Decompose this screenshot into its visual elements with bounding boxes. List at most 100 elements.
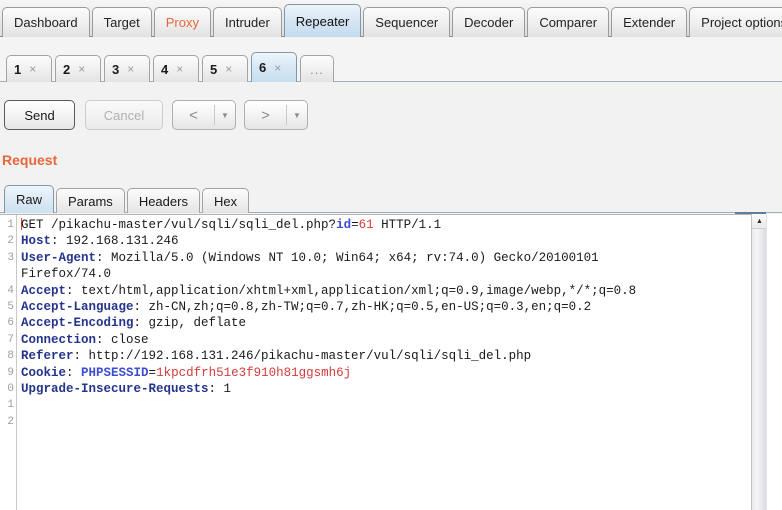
repeater-tab-overflow[interactable]: ... [300, 55, 334, 82]
request-editor[interactable]: 1 2 3 4 5 6 7 8 9 0 1 2 GET /pikachu-master/vul/sql… [0, 214, 766, 510]
chevron-down-icon[interactable]: ▼ [215, 101, 235, 129]
main-tab-bar: Dashboard Target Proxy Intruder Repeater Sequ… [0, 0, 782, 37]
main-tab-proxy[interactable]: Proxy [153, 7, 211, 37]
close-icon[interactable]: × [29, 62, 36, 76]
line-number: 3 [7, 251, 14, 264]
code-segment-hdr: Connection [21, 332, 97, 347]
next-request-button[interactable]: > ▼ [244, 100, 308, 130]
request-line [21, 414, 765, 430]
scroll-up-arrow-icon[interactable]: ▲ [752, 214, 767, 229]
main-tab-target[interactable]: Target [91, 7, 152, 37]
code-segment-hdr: Accept-Language [21, 299, 134, 314]
line-number-gutter: 1 2 3 4 5 6 7 8 9 0 1 2 [0, 215, 17, 510]
request-line: Cookie: PHPSESSID=1kpcdfrh51e3f910h81ggs… [21, 365, 765, 381]
main-tab-comparer[interactable]: Comparer [527, 7, 610, 37]
repeater-tab-1[interactable]: 1 × [6, 55, 52, 82]
main-tab-decoder[interactable]: Decoder [452, 7, 526, 37]
main-tab-extender[interactable]: Extender [611, 7, 688, 37]
request-line: Accept-Encoding: gzip, deflate [21, 315, 765, 331]
request-line: GET /pikachu-master/vul/sqli/sqli_del.ph… [21, 217, 765, 233]
code-segment-hdr: Cookie [21, 365, 67, 380]
request-raw-text[interactable]: GET /pikachu-master/vul/sqli/sqli_del.ph… [17, 215, 765, 510]
send-button[interactable]: Send [4, 100, 75, 130]
code-segment-param-val: 1kpcdfrh51e3f910h81ggsmh6j [156, 365, 352, 380]
code-segment-plain: : Mozilla/5.0 (Windows NT 10.0; Win64; x… [96, 250, 599, 265]
next-arrow-icon[interactable]: > [245, 101, 286, 129]
main-tab-intruder[interactable]: Intruder [212, 7, 282, 37]
repeater-tab-5[interactable]: 5 × [202, 55, 248, 82]
code-segment-hdr: Upgrade-Insecure-Requests [21, 381, 209, 396]
repeater-toolbar: Send Cancel < ▼ > ▼ [0, 90, 782, 142]
request-tab-params[interactable]: Params [56, 188, 125, 213]
code-segment-hdr: Accept [21, 283, 67, 298]
main-tab-label: Comparer [539, 15, 598, 30]
repeater-tab-label: 2 [63, 61, 71, 77]
request-tab-headers[interactable]: Headers [126, 188, 200, 213]
request-line: Upgrade-Insecure-Requests: 1 [21, 381, 765, 397]
code-segment-plain: : zh-CN,zh;q=0.8,zh-TW;q=0.7,zh-HK;q=0.5… [133, 299, 592, 314]
request-tab-hex[interactable]: Hex [201, 188, 250, 213]
previous-request-button[interactable]: < ▼ [172, 100, 236, 130]
line-number: 1 [7, 219, 14, 231]
request-line: Referer: http://192.168.131.246/pikachu-… [21, 348, 765, 364]
main-tab-label: Extender [623, 15, 676, 30]
request-tab-label: Raw [16, 192, 43, 207]
line-number: 8 [7, 350, 14, 363]
close-icon[interactable]: × [78, 62, 85, 76]
main-tab-label: Dashboard [14, 15, 78, 30]
line-number: 4 [7, 284, 14, 297]
main-tab-repeater[interactable]: Repeater [283, 4, 362, 37]
line-number: 9 [7, 366, 14, 379]
main-tab-sequencer[interactable]: Sequencer [363, 7, 451, 37]
repeater-tab-4[interactable]: 4 × [153, 55, 199, 82]
code-segment-hdr: Referer [21, 349, 74, 364]
close-icon[interactable]: × [274, 61, 281, 75]
repeater-tab-label: 6 [259, 60, 267, 75]
request-tab-raw[interactable]: Raw [4, 185, 55, 213]
code-segment-plain: : [66, 365, 82, 380]
request-tab-label: Params [68, 193, 113, 209]
code-segment-hdr: User-Agent [21, 250, 97, 265]
code-segment-hdr: Host [21, 234, 52, 249]
main-tab-label: Sequencer [375, 15, 439, 30]
code-segment-plain: = [351, 218, 359, 232]
cancel-button: Cancel [85, 100, 163, 130]
main-tab-label: Decoder [464, 15, 514, 30]
code-segment-param-name: PHPSESSID [81, 365, 149, 380]
line-number: 7 [7, 333, 14, 346]
repeater-tab-6[interactable]: 6 × [251, 52, 297, 82]
close-icon[interactable]: × [176, 62, 183, 76]
line-number: 5 [7, 300, 14, 313]
request-line [21, 397, 765, 413]
code-segment-plain: = [148, 365, 157, 380]
code-segment-plain: : 1 [208, 381, 232, 396]
request-line: User-Agent: Mozilla/5.0 (Windows NT 10.0… [21, 250, 765, 266]
main-tab-dashboard[interactable]: Dashboard [2, 7, 90, 37]
editor-vertical-scrollbar[interactable]: ▲ [751, 214, 767, 510]
request-tab-label: Hex [213, 193, 238, 209]
code-segment-plain: HTTP/1.1 [373, 218, 442, 232]
main-tab-label: Repeater [295, 13, 350, 29]
code-segment-plain: : http://192.168.131.246/pikachu-master/… [73, 349, 532, 364]
line-number: 6 [7, 317, 14, 330]
main-tab-label: Target [103, 15, 140, 30]
request-line: Accept-Language: zh-CN,zh;q=0.8,zh-TW;q=… [21, 299, 765, 315]
chevron-down-icon[interactable]: ▼ [287, 101, 307, 129]
code-segment-plain: : 192.168.131.246 [51, 234, 179, 249]
close-icon[interactable]: × [225, 62, 232, 76]
previous-arrow-icon[interactable]: < [173, 101, 214, 129]
repeater-tab-label: 1 [14, 61, 22, 77]
repeater-tab-bar: 1 × 2 × 3 × 4 × 5 × 6 ×... [0, 38, 782, 82]
repeater-tab-3[interactable]: 3 × [104, 55, 150, 82]
main-tab-label: Proxy [165, 15, 199, 30]
line-number: 2 [7, 415, 14, 428]
request-line: Host: 192.168.131.246 [21, 233, 765, 249]
main-tab-label: Intruder [224, 15, 270, 30]
main-tab-label: Project options [701, 15, 782, 30]
close-icon[interactable]: × [127, 62, 134, 76]
code-segment-param-name: id [336, 218, 352, 232]
main-tab-project-options[interactable]: Project options [689, 7, 782, 37]
code-segment-plain: : gzip, deflate [133, 316, 247, 331]
code-segment-plain: : text/html,application/xhtml+xml,applic… [66, 283, 637, 298]
repeater-tab-2[interactable]: 2 × [55, 55, 101, 82]
